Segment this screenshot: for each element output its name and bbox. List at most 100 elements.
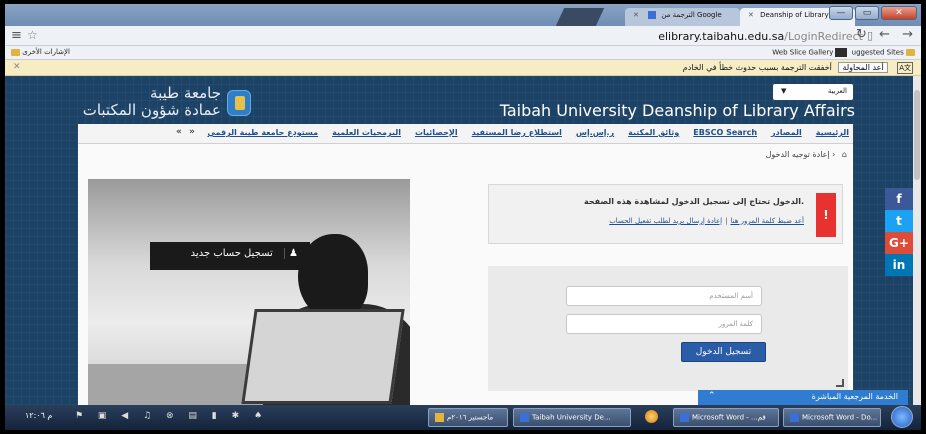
window-controls: — ▭ ✕	[829, 6, 917, 20]
address-bar: ≡ ☆ elibrary.taibahu.edu.sa/LoginRedirec…	[5, 26, 921, 46]
laptop-screen-shape	[241, 309, 405, 404]
nav-item-repository[interactable]: مستودع جامعة طيبة الرقمي	[207, 128, 318, 137]
nav-item-statistics[interactable]: الإحصائيات	[415, 128, 458, 137]
university-emblem-icon	[227, 90, 251, 116]
browser-titlebar: ✕ الترجمة من Google ✕ Deanship of Librar…	[5, 4, 921, 26]
nav-item-rss[interactable]: ر.إس.إس	[576, 128, 614, 137]
chevron-up-icon: ⌃	[708, 391, 716, 401]
taskbar-clock[interactable]: م ١٢:٠٦	[25, 411, 52, 420]
nav-item-survey[interactable]: استطلاع رضا المستفيد	[472, 128, 562, 137]
screen: ✕ الترجمة من Google ✕ Deanship of Librar…	[5, 4, 921, 430]
live-help-label: الخدمة المرجعية المباشرة	[811, 392, 898, 401]
windows-taskbar: Microsoft Word - Do... Microsoft Word - …	[5, 405, 921, 430]
login-button[interactable]: تسجيل الدخول	[681, 342, 766, 362]
close-icon[interactable]: ✕	[633, 11, 639, 19]
translate-message: أعد المحاولة أخفقت الترجمة بسبب حدوث خطأ…	[683, 62, 913, 74]
language-select-value: العربية	[827, 87, 847, 95]
resize-corner-icon	[836, 379, 844, 387]
home-icon[interactable]: ⌂	[842, 150, 847, 159]
google-plus-icon[interactable]: G+	[885, 232, 913, 254]
star-icon[interactable]: ☆	[27, 28, 38, 42]
dropdown-caret-icon: ▼	[781, 87, 787, 95]
navigation-buttons[interactable]: ↻ ← →	[856, 27, 917, 42]
taskbar-item-label: Microsoft Word - Do...	[802, 413, 878, 422]
taskbar-item-label: ماجستير ٢٠١٦م	[447, 413, 494, 422]
chrome-icon	[520, 413, 529, 422]
translate-bar: ✕ أعد المحاولة أخفقت الترجمة بسبب حدوث خ…	[5, 60, 921, 76]
suggested-sites-icon	[906, 49, 915, 56]
close-icon[interactable]: ✕	[748, 11, 754, 19]
new-tab-button[interactable]	[555, 8, 605, 26]
vertical-scrollbar[interactable]	[913, 76, 921, 405]
bookmark-web-slice-gallery[interactable]: Web Slice Gallery	[772, 49, 833, 57]
main-nav: الرئيسية المصادر EBSCO Search وثائق المك…	[78, 124, 853, 144]
social-share-bar: f t G+ in	[885, 188, 913, 276]
main-content: إعادة توجيه الدخول › ⌂ تسجيل حساب جديد ♟…	[78, 144, 853, 405]
translate-icon	[648, 11, 657, 19]
login-required-alert: ! الدخول تحتاج إلى تسجيل الدخول لمشاهدة …	[488, 184, 843, 244]
minimize-button[interactable]: —	[829, 6, 853, 20]
url-path: /LoginRedirect	[784, 30, 863, 43]
username-field[interactable]: أسم المستخدم	[566, 286, 762, 306]
nav-scroll-arrows[interactable]: « »	[176, 127, 197, 137]
translate-icon: A文	[897, 62, 913, 74]
register-button-label: تسجيل حساب جديد	[190, 248, 273, 259]
hero-image	[88, 179, 410, 405]
word-icon	[790, 413, 799, 422]
bookmark-suggested-sites[interactable]: uggested Sites	[852, 49, 904, 57]
nav-items: الرئيسية المصادر EBSCO Search وثائق المك…	[207, 128, 849, 137]
system-tray-icons[interactable]: ⚑ ▣ ◀ ♫ ⊗ ▤ ▮ ✱ ♠	[75, 411, 268, 421]
taskbar-item-browser[interactable]: Taibah University De...	[513, 408, 631, 427]
user-icon: ♟	[284, 248, 300, 259]
close-window-button[interactable]: ✕	[881, 6, 917, 20]
nav-item-software[interactable]: البرمجيات العلمية	[332, 128, 401, 137]
taskbar-item-word-2[interactable]: Microsoft Word - ...قم	[673, 408, 779, 427]
taskbar-item-word-1[interactable]: Microsoft Word - Do...	[783, 408, 881, 427]
translate-close-button[interactable]: ✕	[13, 62, 21, 72]
linkedin-icon[interactable]: in	[885, 254, 913, 276]
start-button[interactable]	[891, 406, 913, 428]
other-bookmarks[interactable]: الإشارات الأخرى	[11, 48, 70, 56]
language-select[interactable]: ▼ العربية	[773, 84, 853, 100]
alert-links: أعد ضبط كلمة المرور هنا|إعادة إرسال بريد…	[609, 217, 804, 225]
resend-activation-link[interactable]: إعادة إرسال بريد لطلب تفعيل الحساب	[609, 217, 722, 225]
url-field[interactable]: elibrary.taibahu.edu.sa/LoginRedirect	[658, 30, 863, 43]
scrollbar-thumb[interactable]	[914, 90, 920, 180]
facebook-icon[interactable]: f	[885, 188, 913, 210]
alert-message: الدخول تحتاج إلى تسجيل الدخول لمشاهدة هذ…	[584, 197, 804, 206]
menu-icon[interactable]: ≡	[11, 28, 22, 43]
reset-password-link[interactable]: أعد ضبط كلمة المرور هنا	[730, 217, 804, 225]
taskbar-item-label: Taibah University De...	[532, 413, 611, 422]
translate-message-text: أخفقت الترجمة بسبب حدوث خطأ في الخادم	[682, 63, 832, 72]
twitter-icon[interactable]: t	[885, 210, 913, 232]
browser-taskbar-icon[interactable]	[645, 410, 658, 423]
taskbar-item-folder[interactable]: ماجستير ٢٠١٦م	[428, 408, 508, 427]
nav-item-home[interactable]: الرئيسية	[816, 128, 849, 137]
password-field[interactable]: كلمة المرور	[566, 314, 762, 334]
register-button[interactable]: تسجيل حساب جديد ♟	[150, 242, 310, 270]
tab-google-translate[interactable]: ✕ الترجمة من Google	[625, 8, 740, 26]
folder-icon	[435, 413, 444, 422]
bookmarks-right: Web Slice Gallery uggested Sites	[772, 48, 915, 57]
url-domain: elibrary.taibahu.edu.sa	[658, 30, 785, 43]
breadcrumb-separator: ›	[832, 150, 836, 159]
deanship-name: عمادة شؤون المكتبات	[82, 101, 221, 119]
nav-item-resources[interactable]: المصادر	[771, 128, 802, 137]
folder-icon	[11, 48, 20, 56]
maximize-button[interactable]: ▭	[855, 6, 879, 20]
page-viewport: جامعة طيبة عمادة شؤون المكتبات ▼ العربية…	[5, 76, 913, 405]
nav-item-library-documents[interactable]: وثائق المكتبة	[628, 128, 679, 137]
nav-item-ebsco[interactable]: EBSCO Search	[693, 128, 757, 137]
taskbar-item-label: Microsoft Word - ...قم	[692, 413, 766, 422]
tab-label: الترجمة من Google	[661, 11, 722, 19]
university-name: جامعة طيبة	[150, 84, 221, 102]
breadcrumb-current: إعادة توجيه الدخول	[765, 150, 830, 159]
alert-icon: !	[816, 193, 836, 237]
translate-retry-button[interactable]: أعد المحاولة	[838, 62, 888, 73]
other-bookmarks-label: الإشارات الأخرى	[22, 48, 70, 56]
word-icon	[680, 413, 689, 422]
live-help-tab[interactable]: ⌃ الخدمة المرجعية المباشرة	[698, 390, 908, 405]
site-title: Taibah University Deanship of Library Af…	[499, 101, 855, 120]
web-slice-icon	[835, 48, 848, 57]
link-separator: |	[725, 217, 728, 225]
